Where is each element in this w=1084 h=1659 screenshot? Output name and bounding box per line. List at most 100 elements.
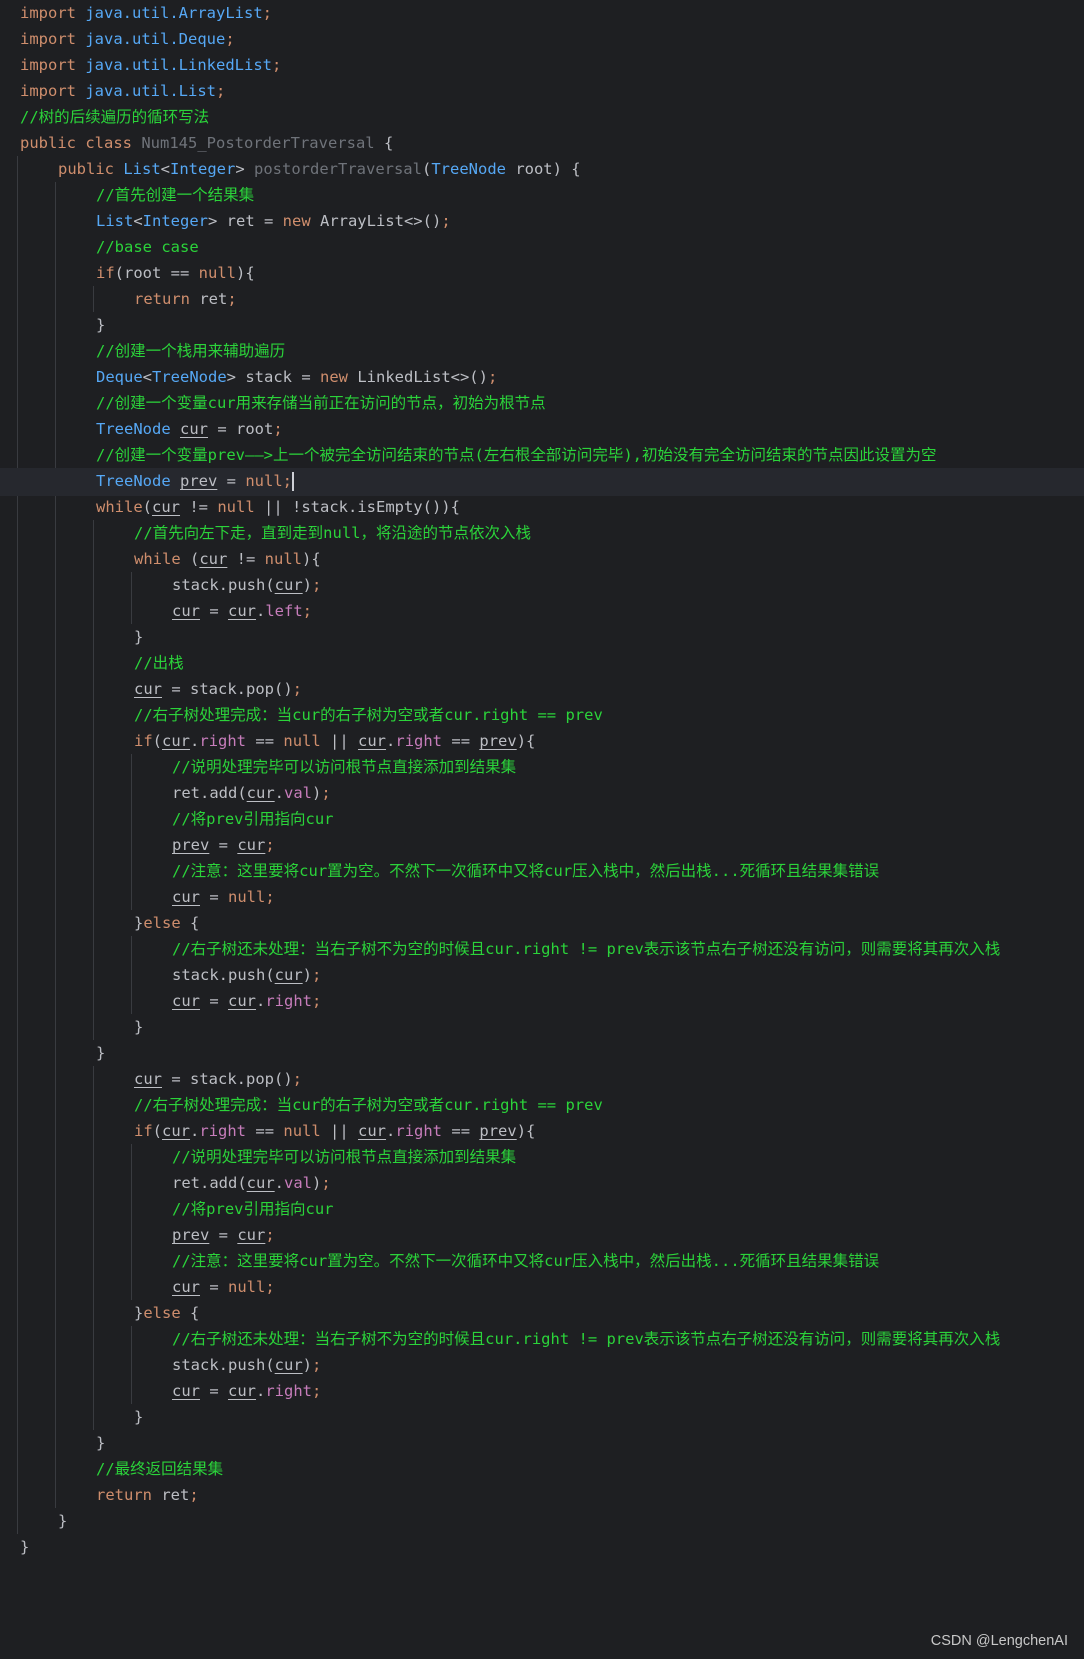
code-token: cur bbox=[172, 992, 200, 1010]
code-line[interactable]: //base case bbox=[96, 234, 199, 260]
code-line[interactable]: if(cur.right == null || cur.right == pre… bbox=[134, 728, 535, 754]
code-line[interactable]: } bbox=[96, 312, 105, 338]
code-token: . bbox=[190, 732, 200, 750]
code-line[interactable]: Deque<TreeNode> stack = new LinkedList<>… bbox=[96, 364, 497, 390]
code-line[interactable]: //将prev引用指向cur bbox=[172, 806, 334, 832]
code-token: = root bbox=[208, 420, 274, 438]
code-token: ( bbox=[152, 1122, 163, 1140]
code-token: ; bbox=[441, 212, 451, 230]
code-token: != bbox=[227, 550, 265, 568]
code-token: import bbox=[20, 4, 76, 22]
code-line[interactable]: } bbox=[134, 1404, 143, 1430]
code-token: List bbox=[96, 212, 134, 230]
code-token: cur bbox=[246, 784, 275, 802]
code-line[interactable]: //创建一个变量cur用来存储当前正在访问的节点，初始为根节点 bbox=[96, 390, 546, 416]
code-token: //首先创建一个结果集 bbox=[96, 186, 255, 204]
code-token: || !stack.isEmpty()){ bbox=[254, 498, 460, 516]
code-line[interactable]: ret.add(cur.val); bbox=[172, 1170, 331, 1196]
code-line[interactable]: //将prev引用指向cur bbox=[172, 1196, 334, 1222]
code-line[interactable]: cur = cur.right; bbox=[172, 988, 321, 1014]
code-line[interactable]: return ret; bbox=[134, 286, 237, 312]
code-line[interactable]: import java.util.List; bbox=[20, 78, 225, 104]
code-line[interactable]: ret.add(cur.val); bbox=[172, 780, 331, 806]
code-token: cur bbox=[246, 1174, 275, 1192]
code-line[interactable]: prev = cur; bbox=[172, 832, 275, 858]
code-line[interactable]: cur = stack.pop(); bbox=[134, 676, 302, 702]
code-line[interactable]: //右子树处理完成：当cur的右子树为空或者cur.right == prev bbox=[134, 1092, 603, 1118]
code-line[interactable]: //出栈 bbox=[134, 650, 184, 676]
code-line[interactable]: public List<Integer> postorderTraversal(… bbox=[58, 156, 581, 182]
code-line[interactable]: } bbox=[58, 1508, 67, 1534]
code-line[interactable]: //最终返回结果集 bbox=[96, 1456, 223, 1482]
code-token: cur bbox=[162, 732, 191, 750]
code-line[interactable]: } bbox=[20, 1534, 29, 1560]
code-line[interactable]: TreeNode cur = root; bbox=[96, 416, 283, 442]
code-line[interactable]: //首先创建一个结果集 bbox=[96, 182, 254, 208]
code-editor[interactable]: import java.util.ArrayList; import java.u… bbox=[0, 0, 1084, 1659]
code-token: } bbox=[134, 628, 144, 646]
code-token: ; bbox=[321, 784, 331, 802]
code-line[interactable]: //创建一个变量prev——>上一个被完全访问结束的节点(左右根全部访问完毕),… bbox=[96, 442, 937, 468]
code-token: ; bbox=[312, 576, 322, 594]
code-line[interactable]: TreeNode prev = null; bbox=[96, 468, 294, 494]
code-line[interactable]: if(cur.right == null || cur.right == pre… bbox=[134, 1118, 535, 1144]
code-line[interactable]: import java.util.ArrayList; bbox=[20, 0, 272, 26]
code-line[interactable]: //注意：这里要将cur置为空。不然下一次循环中又将cur压入栈中，然后出栈..… bbox=[172, 858, 879, 884]
code-line[interactable]: import java.util.Deque; bbox=[20, 26, 235, 52]
code-token: //注意：这里要将cur置为空。不然下一次循环中又将cur压入栈中，然后出栈..… bbox=[172, 862, 880, 880]
code-token: TreeNode bbox=[96, 472, 171, 490]
code-line[interactable]: } bbox=[96, 1040, 105, 1066]
code-token: } bbox=[134, 1408, 144, 1426]
code-token: = bbox=[200, 1278, 228, 1296]
code-token: . bbox=[256, 992, 266, 1010]
code-line[interactable]: cur = stack.pop(); bbox=[134, 1066, 302, 1092]
code-line[interactable]: cur = cur.right; bbox=[172, 1378, 321, 1404]
code-line[interactable]: public class Num145_PostorderTraversal { bbox=[20, 130, 393, 156]
code-token: = bbox=[200, 888, 228, 906]
code-line[interactable]: if(root == null){ bbox=[96, 260, 255, 286]
code-line[interactable]: }else { bbox=[134, 910, 199, 936]
code-token: = bbox=[200, 602, 228, 620]
code-line[interactable]: return ret; bbox=[96, 1482, 199, 1508]
code-token: else bbox=[143, 914, 191, 932]
code-line[interactable]: //说明处理完毕可以访问根节点直接添加到结果集 bbox=[172, 1144, 516, 1170]
code-token: import bbox=[20, 82, 76, 100]
code-token: Deque bbox=[96, 368, 143, 386]
code-token: ( bbox=[421, 160, 432, 178]
code-line[interactable]: prev = cur; bbox=[172, 1222, 275, 1248]
code-line[interactable]: //注意：这里要将cur置为空。不然下一次循环中又将cur压入栈中，然后出栈..… bbox=[172, 1248, 879, 1274]
code-token: > bbox=[235, 160, 254, 178]
code-line[interactable]: while (cur != null){ bbox=[134, 546, 321, 572]
code-line[interactable]: //右子树还未处理：当右子树不为空的时候且cur.right != prev表示… bbox=[172, 936, 1000, 962]
code-token: cur bbox=[274, 966, 303, 984]
code-line[interactable]: cur = null; bbox=[172, 884, 275, 910]
code-line[interactable]: //创建一个栈用来辅助遍历 bbox=[96, 338, 285, 364]
indent-guide bbox=[131, 1144, 132, 1300]
code-line[interactable]: //右子树处理完成：当cur的右子树为空或者cur.right == prev bbox=[134, 702, 603, 728]
code-line[interactable]: } bbox=[96, 1430, 105, 1456]
code-line[interactable]: import java.util.LinkedList; bbox=[20, 52, 281, 78]
code-line[interactable]: //树的后续遍历的循环写法 bbox=[20, 104, 209, 130]
code-line[interactable]: while(cur != null || !stack.isEmpty()){ bbox=[96, 494, 460, 520]
indent-guide bbox=[131, 572, 132, 624]
code-line[interactable]: stack.push(cur); bbox=[172, 962, 321, 988]
code-line[interactable]: stack.push(cur); bbox=[172, 572, 321, 598]
code-line[interactable]: }else { bbox=[134, 1300, 199, 1326]
code-line[interactable]: stack.push(cur); bbox=[172, 1352, 321, 1378]
code-token: prev bbox=[172, 836, 210, 854]
code-line[interactable]: cur = null; bbox=[172, 1274, 275, 1300]
code-token: //base case bbox=[96, 238, 199, 256]
code-line[interactable]: //说明处理完毕可以访问根节点直接添加到结果集 bbox=[172, 754, 516, 780]
code-line[interactable]: cur = cur.left; bbox=[172, 598, 312, 624]
code-line[interactable]: } bbox=[134, 624, 143, 650]
code-line[interactable]: List<Integer> ret = new ArrayList<>(); bbox=[96, 208, 451, 234]
indent-guide bbox=[93, 1066, 94, 1430]
code-token: //树的后续遍历的循环写法 bbox=[20, 108, 210, 126]
code-token: ; bbox=[265, 888, 275, 906]
code-line[interactable]: //右子树还未处理：当右子树不为空的时候且cur.right != prev表示… bbox=[172, 1326, 1000, 1352]
code-line[interactable]: //首先向左下走，直到走到null，将沿途的节点依次入栈 bbox=[134, 520, 531, 546]
code-line[interactable]: } bbox=[134, 1014, 143, 1040]
code-token: ; bbox=[265, 1278, 275, 1296]
code-token: ret.add( bbox=[172, 1174, 247, 1192]
code-token: null bbox=[228, 888, 266, 906]
